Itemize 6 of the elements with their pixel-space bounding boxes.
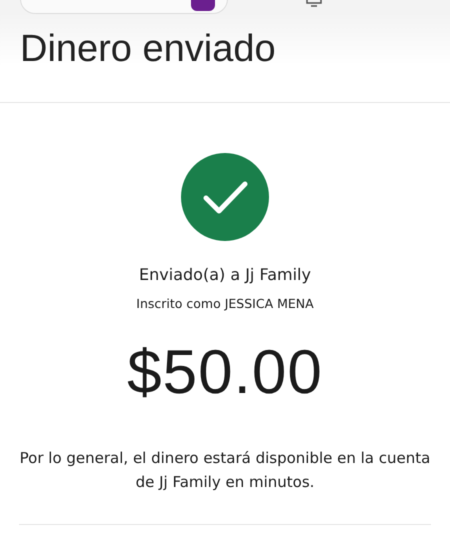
enrolled-name-text: Inscrito como JESSICA MENA xyxy=(136,296,314,311)
monitor-icon[interactable] xyxy=(306,0,322,8)
amount-text: $50.00 xyxy=(127,337,323,408)
page-title: Dinero enviado xyxy=(20,28,276,71)
availability-note: Por lo general, el dinero estará disponible en la cuenta de Jj Family en minutos. xyxy=(18,448,432,493)
recipient-text: Enviado(a) a Jj Family xyxy=(139,265,311,284)
